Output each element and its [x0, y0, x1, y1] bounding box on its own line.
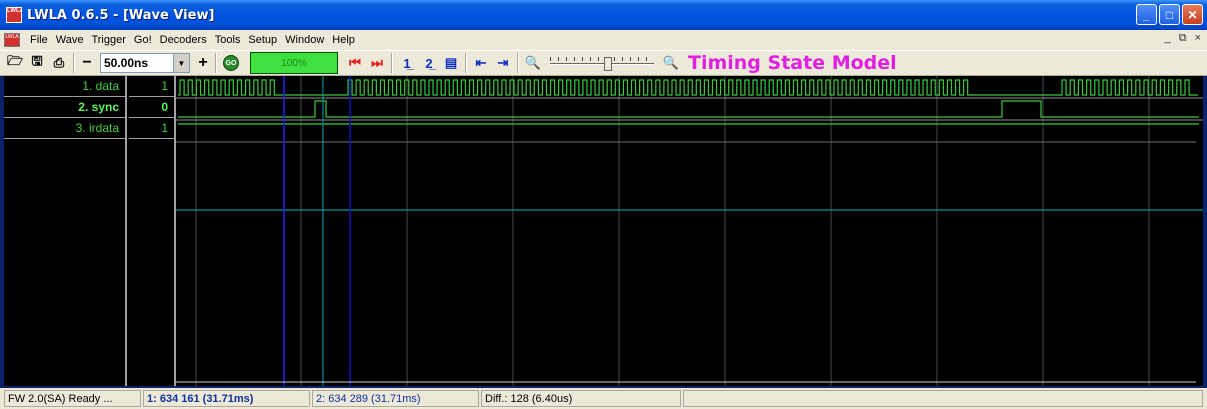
signal-name-column: 1. data 2. sync 3. irdata — [4, 76, 127, 386]
zoom-in-button[interactable]: + — [194, 54, 212, 72]
mdi-minimize-button[interactable]: _ — [1165, 32, 1171, 45]
prev-marker-icon[interactable]: ⇤ — [470, 52, 492, 74]
document-icon[interactable]: LWLA — [4, 33, 20, 47]
status-bar: FW 2.0(SA) Ready ... 1: 634 161 (31.71ms… — [0, 388, 1207, 409]
toolbar-separator — [391, 53, 393, 73]
first-edge-icon[interactable]: ⏮ — [344, 52, 366, 74]
status-ready: FW 2.0(SA) Ready ... — [4, 390, 141, 407]
window-title: LWLA 0.6.5 - [Wave View] — [27, 7, 215, 23]
window-controls: _ □ ✕ — [1136, 4, 1203, 25]
toolbar: 🗁 🖫 ⎙ − 50.00ns ▼ + GO 100% ⏮ ⏭ 1̲ 2̲ ▤ … — [0, 50, 1207, 76]
maximize-button[interactable]: □ — [1159, 4, 1180, 25]
toolbar-separator — [517, 53, 519, 73]
toolbar-separator — [465, 53, 467, 73]
go-button[interactable]: GO — [220, 52, 242, 74]
signal-name-irdata[interactable]: 3. irdata — [4, 118, 125, 139]
model-title: Timing State Model — [688, 52, 897, 74]
save-capture-icon[interactable]: 🖫 — [26, 52, 48, 74]
mdi-close-button[interactable]: × — [1195, 32, 1201, 45]
menu-file[interactable]: File — [26, 34, 52, 46]
menu-go[interactable]: Go! — [130, 34, 156, 46]
zoom-slider[interactable] — [550, 53, 654, 73]
menu-setup[interactable]: Setup — [244, 34, 281, 46]
menu-tools[interactable]: Tools — [211, 34, 245, 46]
time-scale-select[interactable]: 50.00ns ▼ — [100, 53, 190, 73]
print-icon[interactable]: ⎙ — [48, 52, 70, 74]
time-scale-value: 50.00ns — [104, 56, 149, 70]
signal-value-column: 1 0 1 — [129, 76, 176, 386]
last-edge-icon[interactable]: ⏭ — [366, 52, 388, 74]
zoom-out-magnifier-icon[interactable]: 🔍 — [522, 52, 544, 74]
row-separators — [176, 97, 1203, 143]
mdi-restore-button[interactable]: ⧉ — [1179, 32, 1187, 45]
chevron-down-icon[interactable]: ▼ — [173, 54, 189, 72]
signal-value-data: 1 — [129, 76, 174, 97]
capture-progress-bar: 100% — [250, 52, 338, 74]
close-button[interactable]: ✕ — [1182, 4, 1203, 25]
signal-name-data[interactable]: 1. data — [4, 76, 125, 97]
slider-ticks — [550, 57, 654, 61]
mdi-controls: _ ⧉ × — [1165, 32, 1201, 45]
title-bar[interactable]: LWLA LWLA 0.6.5 - [Wave View] _ □ ✕ — [0, 0, 1207, 30]
signal-name-sync[interactable]: 2. sync — [4, 97, 125, 118]
cursor-1-icon[interactable]: 1̲ — [396, 52, 418, 74]
slider-track — [550, 63, 654, 65]
toolbar-separator — [215, 53, 217, 73]
cursor-2-icon[interactable]: 2̲ — [418, 52, 440, 74]
trace-data — [178, 79, 1198, 96]
menu-help[interactable]: Help — [328, 34, 359, 46]
trace-sync — [178, 100, 1199, 118]
go-icon: GO — [223, 55, 239, 71]
menu-trigger[interactable]: Trigger — [87, 34, 129, 46]
wave-view[interactable]: 1. data 2. sync 3. irdata 1 0 1 — [4, 76, 1203, 386]
next-marker-icon[interactable]: ⇥ — [492, 52, 514, 74]
slider-thumb[interactable] — [604, 57, 612, 71]
status-extra — [683, 390, 1203, 407]
waveform-canvas[interactable] — [176, 76, 1203, 386]
zoom-in-magnifier-icon[interactable]: 🔍 — [660, 52, 682, 74]
signal-value-irdata: 1 — [129, 118, 174, 139]
menu-bar: LWLA File Wave Trigger Go! Decoders Tool… — [0, 30, 1207, 50]
menu-window[interactable]: Window — [281, 34, 328, 46]
minimize-button[interactable]: _ — [1136, 4, 1157, 25]
zoom-out-button[interactable]: − — [78, 54, 96, 72]
cursor-both-icon[interactable]: ▤ — [440, 52, 462, 74]
open-capture-icon[interactable]: 🗁 — [4, 52, 26, 74]
time-grid — [195, 76, 1150, 386]
menu-wave[interactable]: Wave — [52, 34, 88, 46]
status-diff: Diff.: 128 (6.40us) — [481, 390, 681, 407]
toolbar-separator — [73, 53, 75, 73]
menu-decoders[interactable]: Decoders — [156, 34, 211, 46]
app-icon[interactable]: LWLA — [6, 7, 22, 23]
status-cursor-1: 1: 634 161 (31.71ms) — [143, 390, 310, 407]
signal-value-sync: 0 — [129, 97, 174, 118]
status-cursor-2: 2: 634 289 (31.71ms) — [312, 390, 479, 407]
